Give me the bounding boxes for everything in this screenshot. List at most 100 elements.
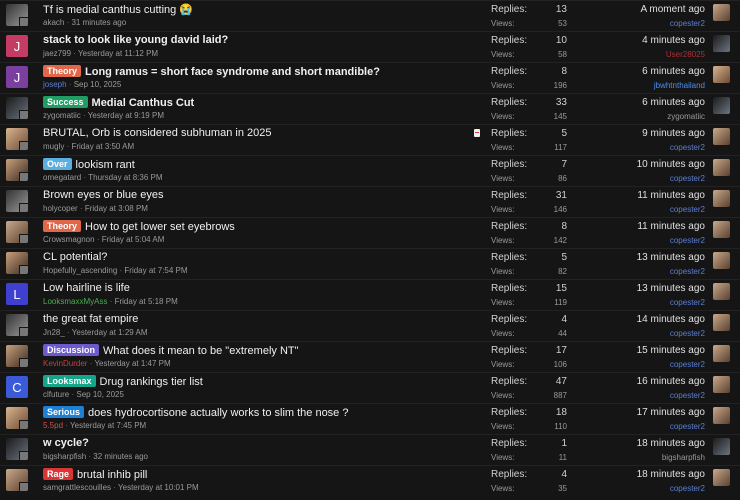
thread-start-date[interactable]: Yesterday at 1:29 AM <box>72 328 148 337</box>
thread-title[interactable]: Serious does hydrocortisone actually work… <box>43 406 348 419</box>
last-post-user[interactable]: jbwhtnthailand <box>654 81 705 90</box>
last-poster-avatar[interactable] <box>713 469 730 486</box>
thread-title-text[interactable]: What does it mean to be "extremely NT" <box>103 345 299 357</box>
last-post-user[interactable]: copester2 <box>670 391 705 400</box>
thread-title-text[interactable]: BRUTAL, Orb is considered subhuman in 20… <box>43 127 271 139</box>
last-post-user[interactable]: copester2 <box>670 174 705 183</box>
thread-author[interactable]: Hopefully_ascending <box>43 266 117 275</box>
last-post-user[interactable]: zygomatiic <box>667 112 705 121</box>
last-poster-avatar[interactable] <box>713 314 730 331</box>
thread-start-date[interactable]: Friday at 5:18 PM <box>115 297 178 306</box>
last-poster-avatar[interactable] <box>713 407 730 424</box>
thread-row[interactable]: Brown eyes or blue eyes holycoper · Frid… <box>0 186 740 217</box>
thread-author[interactable]: 5.5pd <box>43 421 63 430</box>
prefix-badge[interactable]: Discussion <box>43 344 100 356</box>
last-post-time[interactable]: A moment ago <box>641 4 705 15</box>
thread-author[interactable]: bigsharpfish <box>43 452 86 461</box>
thread-start-date[interactable]: Yesterday at 10:01 PM <box>118 483 199 492</box>
prefix-badge[interactable]: Success <box>43 96 88 108</box>
last-post-time[interactable]: 18 minutes ago <box>637 438 705 449</box>
thread-author[interactable]: mugly <box>43 142 64 151</box>
thread-row[interactable]: J stack to look like young david laid? j… <box>0 31 740 62</box>
thread-title[interactable]: Theory How to get lower set eyebrows <box>43 220 235 233</box>
last-post-time[interactable]: 13 minutes ago <box>637 283 705 294</box>
thread-title[interactable]: the great fat empire <box>43 313 138 325</box>
thread-row[interactable]: J Theory Long ramus = short face syndrome… <box>0 62 740 93</box>
last-post-time[interactable]: 6 minutes ago <box>642 97 705 108</box>
last-post-time[interactable]: 15 minutes ago <box>637 345 705 356</box>
thread-row[interactable]: Over lookism rant omegatard · Thursday at… <box>0 155 740 186</box>
thread-start-date[interactable]: Yesterday at 1:47 PM <box>94 359 170 368</box>
thread-title-text[interactable]: Low hairline is life <box>43 282 130 294</box>
avatar[interactable] <box>6 438 28 460</box>
last-post-user[interactable]: copester2 <box>670 267 705 276</box>
last-poster-avatar[interactable] <box>713 345 730 362</box>
avatar[interactable]: J <box>6 66 28 88</box>
thread-title-text[interactable]: the great fat empire <box>43 313 138 325</box>
thread-row[interactable]: the great fat empire Jn28_ · Yesterday a… <box>0 310 740 341</box>
thread-row[interactable]: L Low hairline is life LooksmaxxMyAss · … <box>0 279 740 310</box>
last-post-time[interactable]: 13 minutes ago <box>637 252 705 263</box>
thread-title[interactable]: Brown eyes or blue eyes <box>43 189 163 201</box>
thread-title[interactable]: Looksmax Drug rankings tier list <box>43 375 203 388</box>
avatar[interactable] <box>6 190 28 212</box>
thread-title[interactable]: stack to look like young david laid? <box>43 34 228 46</box>
prefix-badge[interactable]: Rage <box>43 468 74 480</box>
thread-row[interactable]: C Looksmax Drug rankings tier list clfutu… <box>0 372 740 403</box>
thread-start-date[interactable]: Friday at 5:04 AM <box>102 235 165 244</box>
thread-author[interactable]: zygomatiic <box>43 111 81 120</box>
thread-title-text[interactable]: does hydrocortisone actually works to sl… <box>88 407 348 419</box>
last-post-time[interactable]: 11 minutes ago <box>637 190 705 201</box>
thread-title-text[interactable]: lookism rant <box>76 159 135 171</box>
thread-title-text[interactable]: Tf is medial canthus cutting 😭 <box>43 4 193 16</box>
last-poster-avatar[interactable] <box>713 66 730 83</box>
last-poster-avatar[interactable] <box>713 283 730 300</box>
last-post-time[interactable]: 11 minutes ago <box>637 221 705 232</box>
last-poster-avatar[interactable] <box>713 438 730 455</box>
thread-author[interactable]: clfuture <box>43 390 69 399</box>
avatar[interactable] <box>6 252 28 274</box>
thread-row[interactable]: Theory How to get lower set eyebrows Crow… <box>0 217 740 248</box>
thread-title-text[interactable]: brutal inhib pill <box>77 469 147 481</box>
avatar[interactable]: L <box>6 283 28 305</box>
thread-row[interactable]: Success Medial Canthus Cut zygomatiic · Y… <box>0 93 740 124</box>
last-post-time[interactable]: 10 minutes ago <box>637 159 705 170</box>
thread-row[interactable]: Discussion What does it mean to be "extre… <box>0 341 740 372</box>
avatar[interactable] <box>6 407 28 429</box>
last-poster-avatar[interactable] <box>713 97 730 114</box>
last-poster-avatar[interactable] <box>713 190 730 207</box>
thread-author[interactable]: samgrattlescouilles <box>43 483 111 492</box>
thread-start-date[interactable]: Friday at 7:54 PM <box>124 266 187 275</box>
thread-start-date[interactable]: Yesterday at 11:12 PM <box>78 49 158 58</box>
avatar[interactable] <box>6 159 28 181</box>
prefix-badge[interactable]: Theory <box>43 65 82 77</box>
thread-row[interactable]: Rage brutal inhib pill samgrattlescouille… <box>0 465 740 496</box>
thread-start-date[interactable]: Yesterday at 7:45 PM <box>70 421 146 430</box>
last-poster-avatar[interactable] <box>713 376 730 393</box>
thread-start-date[interactable]: 31 minutes ago <box>71 18 126 27</box>
last-post-time[interactable]: 17 minutes ago <box>637 407 705 418</box>
thread-start-date[interactable]: Thursday at 8:36 PM <box>88 173 162 182</box>
thread-title[interactable]: w cycle? <box>43 437 89 449</box>
thread-title[interactable]: CL potential? <box>43 251 107 263</box>
last-post-time[interactable]: 14 minutes ago <box>637 314 705 325</box>
last-post-user[interactable]: copester2 <box>670 360 705 369</box>
thread-title[interactable]: Success Medial Canthus Cut <box>43 96 194 109</box>
last-post-user[interactable]: copester2 <box>670 19 705 28</box>
last-post-user[interactable]: copester2 <box>670 329 705 338</box>
thread-title[interactable]: BRUTAL, Orb is considered subhuman in 20… <box>43 127 271 139</box>
thread-start-date[interactable]: Sep 10, 2025 <box>74 80 122 89</box>
thread-start-date[interactable]: Sep 10, 2025 <box>76 390 124 399</box>
thread-title-text[interactable]: Drug rankings tier list <box>100 376 203 388</box>
thread-title[interactable]: Low hairline is life <box>43 282 130 294</box>
thread-title[interactable]: Tf is medial canthus cutting 😭 <box>43 3 193 16</box>
thread-title[interactable]: Rage brutal inhib pill <box>43 468 147 481</box>
thread-author[interactable]: omegatard <box>43 173 81 182</box>
thread-row[interactable]: Tf is medial canthus cutting 😭 akach · 3… <box>0 0 740 31</box>
avatar[interactable] <box>6 221 28 243</box>
prefix-badge[interactable]: Looksmax <box>43 375 96 387</box>
thread-title[interactable]: Discussion What does it mean to be "extre… <box>43 344 299 357</box>
last-post-user[interactable]: bigsharpfish <box>662 453 705 462</box>
prefix-badge[interactable]: Theory <box>43 220 82 232</box>
thread-title-text[interactable]: CL potential? <box>43 251 107 263</box>
